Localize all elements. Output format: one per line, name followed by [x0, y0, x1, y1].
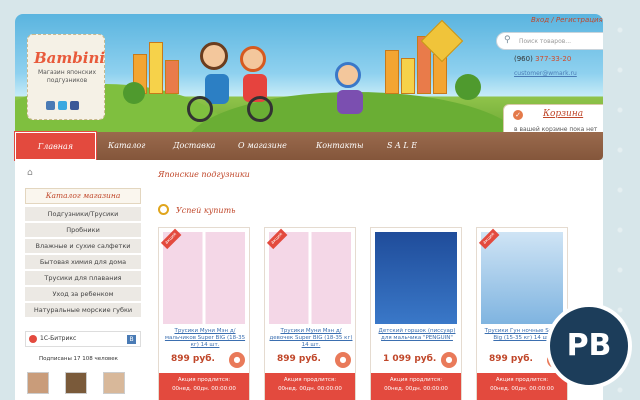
- logo-subtitle: Магазин японских подгузников: [37, 69, 97, 84]
- nav-item-home[interactable]: Главная: [15, 132, 96, 160]
- vk-icon[interactable]: В: [127, 335, 136, 344]
- building: [149, 42, 163, 94]
- bitrix-icon: [29, 335, 37, 343]
- building: [385, 50, 399, 94]
- nav-item-sale[interactable]: S A L E: [387, 132, 417, 160]
- product-card[interactable]: Детский горшок (писсуар) для мальчика "P…: [370, 227, 462, 400]
- logo-title: Bambini: [34, 49, 106, 67]
- promo-label: Акция продлится:: [495, 377, 549, 383]
- avatar[interactable]: [27, 372, 49, 394]
- sidebar-item-sponges[interactable]: Натуральные морские губки: [25, 303, 141, 318]
- sidebar-item-diapers[interactable]: Подгузники/Трусики: [25, 207, 141, 222]
- product-name[interactable]: Детский горшок (писсуар) для мальчика "P…: [375, 328, 459, 342]
- social-widget-title: 1С-Битрикс: [40, 335, 77, 342]
- clock-icon: [158, 204, 169, 215]
- sidebar-item-care[interactable]: Уход за ребенком: [25, 287, 141, 302]
- phone-digits: 377-33-20: [535, 55, 572, 63]
- header-banner: Bambini Магазин японских подгузников Вхо…: [15, 14, 603, 146]
- promo-timer: Акция продлится: 00нед. 00дн. 00:00:00: [477, 373, 567, 400]
- bicycle-wheel: [247, 96, 273, 122]
- page-title: Японские подгузники: [158, 170, 250, 179]
- promo-countdown: 00нед. 00дн. 00:00:00: [384, 386, 448, 392]
- child-illustration: [337, 90, 363, 114]
- sidebar-item-swim[interactable]: Трусики для плавания: [25, 271, 141, 286]
- subscribers-count: Подписаны 17 108 человек: [39, 356, 119, 362]
- nav-item-about[interactable]: О магазине: [238, 132, 287, 160]
- product-image[interactable]: [269, 232, 351, 324]
- tree: [123, 82, 145, 104]
- home-icon[interactable]: ⌂: [27, 168, 33, 178]
- child-illustration: [240, 46, 266, 72]
- product-card[interactable]: акция Трусики Муни Мэн д/ мальчиков Supe…: [158, 227, 250, 400]
- building: [165, 60, 179, 94]
- product-name[interactable]: Трусики Муни Мэн д/ девочек Super BIG (1…: [269, 328, 353, 349]
- cart-title[interactable]: Корзина: [543, 109, 583, 119]
- social-icon[interactable]: [46, 101, 55, 110]
- promo-countdown: 00нед. 00дн. 00:00:00: [490, 386, 554, 392]
- promo-countdown: 00нед. 00дн. 00:00:00: [278, 386, 342, 392]
- watermark-logo: PB: [546, 303, 632, 389]
- product-price: 1 099 руб.: [383, 354, 437, 364]
- phone-number: (960) 377-33-20: [514, 55, 571, 63]
- nav-item-delivery[interactable]: Доставка: [173, 132, 215, 160]
- search-input[interactable]: Поиск товаров...: [496, 32, 603, 50]
- product-price: 899 руб.: [171, 354, 215, 364]
- sidebar-item-household[interactable]: Бытовая химия для дома: [25, 255, 141, 270]
- promo-countdown: 00нед. 00дн. 00:00:00: [172, 386, 236, 392]
- login-register-link[interactable]: Вход / Регистрация: [531, 16, 603, 24]
- product-price: 899 руб.: [489, 354, 533, 364]
- product-name[interactable]: Трусики Муни Мэн д/ мальчиков Super BIG …: [163, 328, 247, 349]
- avatar[interactable]: [103, 372, 125, 394]
- sidebar-item-wipes[interactable]: Влажные и сухие салфетки: [25, 239, 141, 254]
- add-to-cart-button[interactable]: ●: [335, 352, 351, 368]
- product-card[interactable]: акция Трусики Муни Мэн д/ девочек Super …: [264, 227, 356, 400]
- sidebar-item-samples[interactable]: Пробники: [25, 223, 141, 238]
- tree: [455, 74, 481, 100]
- add-to-cart-button[interactable]: ●: [441, 352, 457, 368]
- phone-code: (960): [514, 55, 533, 63]
- bicycle-wheel: [187, 96, 213, 122]
- child-illustration: [200, 42, 228, 70]
- social-widget: 1С-Битрикс В: [25, 331, 141, 347]
- promo-timer: Акция продлится: 00нед. 00дн. 00:00:00: [159, 373, 249, 400]
- product-image[interactable]: [163, 232, 245, 324]
- promo-label: Акция продлится:: [389, 377, 443, 383]
- promo-timer: Акция продлится: 00нед. 00дн. 00:00:00: [265, 373, 355, 400]
- add-to-cart-button[interactable]: ●: [229, 352, 245, 368]
- product-image[interactable]: [375, 232, 457, 324]
- child-illustration: [335, 62, 361, 88]
- facebook-icon[interactable]: [70, 101, 79, 110]
- product-image[interactable]: [481, 232, 563, 324]
- nav-item-catalog[interactable]: Каталог: [108, 132, 145, 160]
- nav-item-contacts[interactable]: Контакты: [316, 132, 364, 160]
- twitter-icon[interactable]: [58, 101, 67, 110]
- promo-timer: Акция продлится: 00нед. 00дн. 00:00:00: [371, 373, 461, 400]
- product-card[interactable]: акция Трусики Гун ночные Super Big (15-3…: [476, 227, 568, 400]
- main-navigation: Главная Каталог Доставка О магазине Конт…: [15, 132, 603, 160]
- catalog-title[interactable]: Каталог магазина: [25, 188, 141, 204]
- main-content: ⌂ Каталог магазина Подгузники/Трусики Пр…: [15, 160, 603, 400]
- section-title: Успей купить: [176, 206, 236, 215]
- avatar[interactable]: [65, 372, 87, 394]
- promo-label: Акция продлится:: [283, 377, 337, 383]
- email-link[interactable]: customer@wmark.ru: [514, 70, 577, 77]
- site-logo[interactable]: Bambini Магазин японских подгузников: [27, 34, 105, 120]
- product-price: 899 руб.: [277, 354, 321, 364]
- building: [401, 58, 415, 94]
- cart-icon: ✓: [513, 110, 523, 120]
- promo-label: Акция продлится:: [177, 377, 231, 383]
- search-icon[interactable]: ⚲: [504, 35, 511, 45]
